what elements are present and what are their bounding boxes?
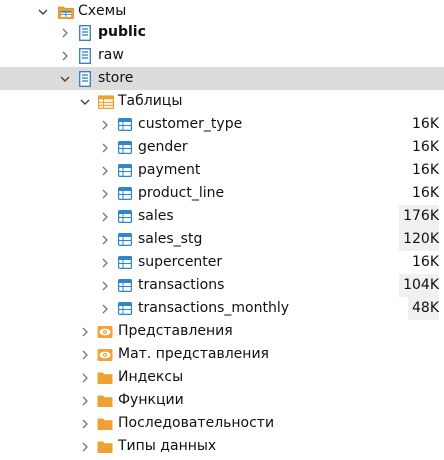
table-name: supercenter	[138, 254, 223, 270]
chevron-right-icon[interactable]	[99, 251, 111, 274]
schema-icon	[79, 21, 91, 44]
table-row[interactable]: product_line 16K	[0, 182, 444, 205]
view-icon	[97, 343, 113, 366]
folder-icon	[97, 412, 113, 435]
chevron-right-icon[interactable]	[99, 159, 111, 182]
table-row[interactable]: supercenter 16K	[0, 251, 444, 274]
tree-node-label: Таблицы	[118, 93, 183, 109]
table-row[interactable]: transactions_monthly 48K	[0, 297, 444, 320]
table-row[interactable]: gender 16K	[0, 136, 444, 159]
tree-node-tables[interactable]: Таблицы	[0, 90, 444, 113]
table-row[interactable]: customer_type 16K	[0, 113, 444, 136]
tree-node-functions[interactable]: Функции	[0, 389, 444, 412]
table-name: sales	[138, 208, 174, 224]
table-name: transactions_monthly	[138, 300, 289, 316]
table-name: gender	[138, 139, 188, 155]
tree-node-schemas[interactable]: Схемы	[0, 0, 444, 23]
table-name: product_line	[138, 185, 225, 201]
tree-node-label: Последовательности	[118, 415, 275, 431]
table-size: 16K	[412, 116, 439, 132]
database-navigator-tree: Схемы public raw store Таблицы customer_…	[0, 0, 444, 460]
chevron-right-icon[interactable]	[79, 435, 91, 458]
table-name: customer_type	[138, 116, 243, 132]
table-row[interactable]: sales_stg 120K	[0, 228, 444, 251]
chevron-right-icon[interactable]	[99, 182, 111, 205]
chevron-right-icon[interactable]	[79, 366, 91, 389]
table-icon	[118, 274, 132, 297]
tree-node-schema-store[interactable]: store	[0, 67, 444, 90]
table-icon	[118, 182, 132, 205]
chevron-right-icon[interactable]	[99, 228, 111, 251]
table-row[interactable]: payment 16K	[0, 159, 444, 182]
table-icon	[118, 113, 132, 136]
chevron-down-icon[interactable]	[37, 0, 49, 23]
tree-node-materialized-views[interactable]: Мат. представления	[0, 343, 444, 366]
chevron-right-icon[interactable]	[99, 274, 111, 297]
chevron-right-icon[interactable]	[79, 320, 91, 343]
table-icon	[118, 159, 132, 182]
chevron-right-icon[interactable]	[99, 297, 111, 320]
tree-node-label: raw	[98, 47, 124, 63]
chevron-down-icon[interactable]	[59, 67, 71, 90]
tables-folder-icon	[98, 90, 114, 113]
table-size: 48K	[408, 297, 439, 320]
tree-node-label: Типы данных	[118, 438, 217, 454]
table-name: payment	[138, 162, 201, 178]
view-icon	[97, 320, 113, 343]
schemas-folder-icon	[58, 0, 74, 23]
folder-icon	[97, 435, 113, 458]
chevron-right-icon[interactable]	[59, 21, 71, 44]
chevron-right-icon[interactable]	[99, 136, 111, 159]
chevron-right-icon[interactable]	[99, 205, 111, 228]
folder-icon	[97, 366, 113, 389]
table-name: transactions	[138, 277, 225, 293]
table-icon	[118, 136, 132, 159]
table-row[interactable]: sales 176K	[0, 205, 444, 228]
chevron-right-icon[interactable]	[79, 343, 91, 366]
schema-icon	[79, 67, 91, 90]
table-size: 104K	[399, 274, 439, 297]
table-size: 120K	[399, 228, 439, 251]
tree-node-label: Индексы	[118, 369, 184, 385]
chevron-right-icon[interactable]	[79, 412, 91, 435]
schema-icon	[79, 44, 91, 67]
tree-node-sequences[interactable]: Последовательности	[0, 412, 444, 435]
table-icon	[118, 251, 132, 274]
table-size: 16K	[412, 162, 439, 178]
tree-node-label: Мат. представления	[118, 346, 269, 362]
tree-node-indexes[interactable]: Индексы	[0, 366, 444, 389]
tree-node-label: Представления	[118, 323, 233, 339]
table-size: 16K	[412, 139, 439, 155]
table-icon	[118, 205, 132, 228]
chevron-right-icon[interactable]	[59, 44, 71, 67]
table-row[interactable]: transactions 104K	[0, 274, 444, 297]
tree-node-data-types[interactable]: Типы данных	[0, 435, 444, 458]
chevron-right-icon[interactable]	[99, 113, 111, 136]
tree-node-views[interactable]: Представления	[0, 320, 444, 343]
tree-node-schema-raw[interactable]: raw	[0, 44, 444, 67]
table-name: sales_stg	[138, 231, 203, 247]
table-icon	[118, 297, 132, 320]
table-size: 16K	[412, 254, 439, 270]
table-size: 16K	[412, 185, 439, 201]
chevron-right-icon[interactable]	[79, 389, 91, 412]
chevron-down-icon[interactable]	[79, 90, 91, 113]
folder-icon	[97, 389, 113, 412]
tree-node-label: public	[98, 24, 146, 40]
tree-node-label: store	[98, 70, 134, 86]
table-icon	[118, 228, 132, 251]
tree-node-label: Схемы	[78, 3, 127, 19]
table-size: 176K	[399, 205, 439, 228]
tree-node-schema-public[interactable]: public	[0, 21, 444, 44]
tree-node-label: Функции	[118, 392, 184, 408]
